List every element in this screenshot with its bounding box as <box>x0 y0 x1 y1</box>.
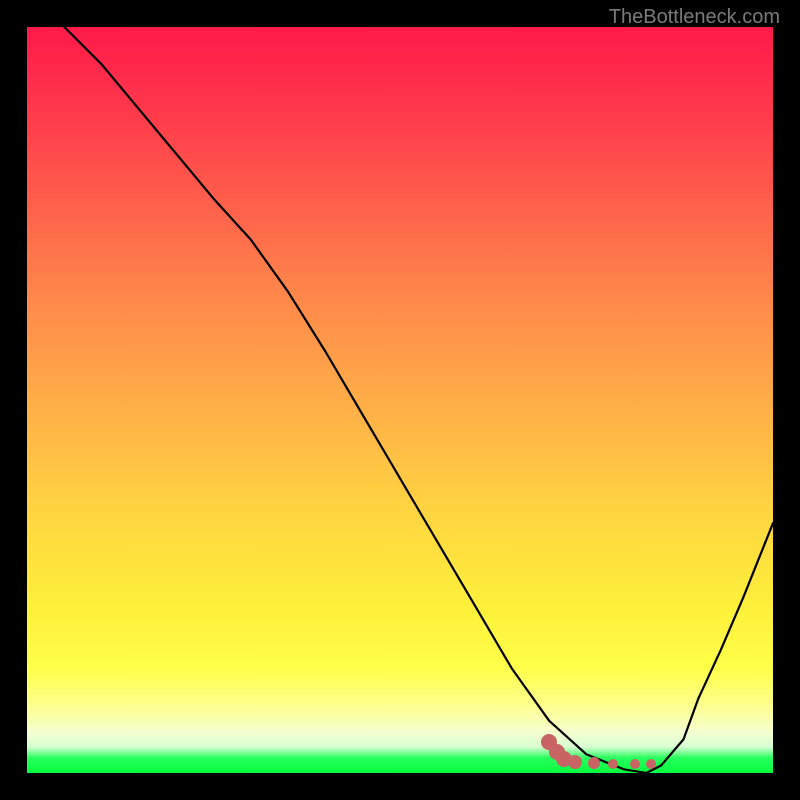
optimal-marker <box>568 755 582 769</box>
watermark-text: TheBottleneck.com <box>609 6 780 29</box>
optimal-marker <box>646 759 656 769</box>
bottleneck-curve <box>27 27 773 773</box>
chart-frame <box>27 27 773 773</box>
optimal-marker <box>608 759 618 769</box>
optimal-marker <box>630 759 640 769</box>
